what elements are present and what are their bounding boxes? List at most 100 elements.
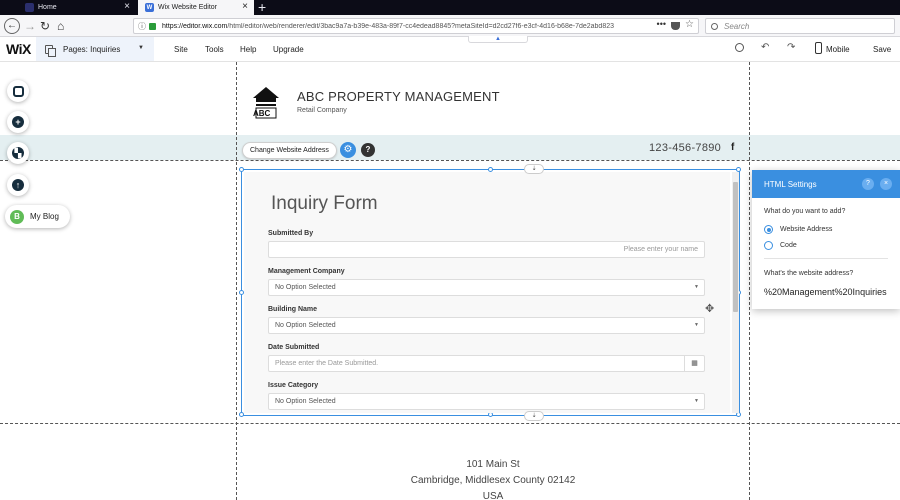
company-logo[interactable]: ABC xyxy=(251,86,281,120)
my-blog-button[interactable]: B My Blog xyxy=(5,205,70,228)
undo-icon[interactable]: ↶ xyxy=(761,42,769,53)
address-question: What's the website address? xyxy=(764,270,854,277)
add-strip-button[interactable] xyxy=(7,80,29,102)
calendar-icon[interactable]: ▦ xyxy=(684,356,704,371)
radio-label-website-address[interactable]: Website Address xyxy=(780,226,832,233)
footer-boundary-line xyxy=(0,423,900,424)
panel-header[interactable]: HTML Settings ? × xyxy=(752,170,900,198)
add-apps-button[interactable]: ▚ xyxy=(7,142,29,164)
grid-line-right xyxy=(749,62,750,500)
change-website-address-button[interactable]: Change Website Address xyxy=(242,142,337,159)
pocket-icon[interactable] xyxy=(671,22,680,30)
grid-line-left xyxy=(236,62,237,500)
element-help-icon[interactable]: ? xyxy=(361,143,375,157)
info-icon[interactable]: ⓘ xyxy=(138,21,146,32)
field-label-building-name: Building Name xyxy=(268,306,318,313)
close-tab-icon[interactable]: × xyxy=(124,1,130,12)
menu-upgrade[interactable]: Upgrade xyxy=(273,45,304,54)
menu-help[interactable]: Help xyxy=(240,45,256,54)
form-scrollbar[interactable] xyxy=(732,172,739,413)
bookmark-star-icon[interactable]: ☆ xyxy=(685,19,694,30)
field-label-submitted-by: Submitted By xyxy=(268,230,314,237)
editor-canvas: ABC ABC PROPERTY MANAGEMENT Retail Compa… xyxy=(0,62,900,500)
new-tab-button[interactable]: + xyxy=(258,0,266,15)
stretch-handle-top[interactable]: ⇣ xyxy=(524,164,544,174)
lock-icon[interactable] xyxy=(149,22,156,30)
url-domain: https://editor.wix.com xyxy=(162,22,228,30)
browser-tab-home[interactable]: Home × xyxy=(18,0,136,15)
radio-website-address[interactable] xyxy=(764,225,773,234)
scrollbar-thumb[interactable] xyxy=(733,182,738,312)
panel-help-icon[interactable]: ? xyxy=(862,178,874,190)
apps-icon: ▚ xyxy=(12,147,24,159)
url-bar[interactable]: ⓘ https://editor.wix.com/html/editor/web… xyxy=(133,18,699,34)
chevron-down-icon: ▼ xyxy=(138,45,144,51)
header-boundary-line xyxy=(0,160,900,161)
stretch-handle-bottom[interactable]: ⇣ xyxy=(524,411,544,421)
issue-category-select[interactable]: No Option Selected ▼ xyxy=(268,393,705,410)
chevron-down-icon: ▼ xyxy=(694,322,699,328)
move-cursor-icon: ✥ xyxy=(705,303,715,315)
management-company-select[interactable]: No Option Selected ▼ xyxy=(268,279,705,296)
pages-label: Pages: Inquiries xyxy=(63,44,121,54)
website-address-input[interactable]: %20Management%20Inquiries xyxy=(764,287,896,297)
company-subtitle[interactable]: Retail Company xyxy=(297,107,347,114)
panel-close-icon[interactable]: × xyxy=(880,178,892,190)
radio-code[interactable] xyxy=(764,241,773,250)
settings-gear-icon[interactable]: ⚙ xyxy=(340,142,356,158)
search-icon xyxy=(711,22,718,30)
select-value: No Option Selected xyxy=(275,284,336,291)
submitted-by-input[interactable]: Please enter your name xyxy=(268,241,705,258)
footer-address[interactable]: 101 Main St Cambridge, Middlesex County … xyxy=(236,457,750,500)
chevron-down-icon: ▼ xyxy=(694,284,699,290)
add-type-question: What do you want to add? xyxy=(764,208,846,215)
facebook-icon[interactable]: f xyxy=(731,142,734,153)
html-embed-element[interactable]: Inquiry Form Submitted By Please enter y… xyxy=(239,167,741,417)
date-submitted-input[interactable]: Please enter the Date Submitted. ▦ xyxy=(268,355,705,372)
home-favicon-icon xyxy=(25,3,34,12)
url-path: /html/editor/web/renderer/edit/3bac9a7a-… xyxy=(227,22,614,30)
back-arrow-icon[interactable]: ← xyxy=(4,18,20,34)
menu-tools[interactable]: Tools xyxy=(205,45,224,54)
wix-logo[interactable]: WiX xyxy=(6,41,31,57)
browser-tab-wix-editor[interactable]: W Wix Website Editor × xyxy=(138,0,254,15)
panel-title: HTML Settings xyxy=(764,180,817,189)
menu-site[interactable]: Site xyxy=(174,45,188,54)
add-element-button[interactable]: + xyxy=(7,111,29,133)
logo-text: ABC xyxy=(253,109,271,118)
form-title: Inquiry Form xyxy=(271,193,378,214)
upload-icon: ↑ xyxy=(12,179,24,191)
close-tab-icon[interactable]: × xyxy=(242,1,248,12)
blog-icon: B xyxy=(10,209,24,224)
reload-icon[interactable]: ↻ xyxy=(40,19,50,33)
redo-icon[interactable]: ↷ xyxy=(787,42,795,53)
select-value: No Option Selected xyxy=(275,322,336,329)
building-name-select[interactable]: No Option Selected ▼ xyxy=(268,317,705,334)
wix-top-bar: WiX Pages: Inquiries ▼ Site Tools Help U… xyxy=(0,37,900,62)
header-strip xyxy=(0,135,900,160)
plus-icon: + xyxy=(12,116,24,128)
search-input[interactable]: Search xyxy=(705,18,895,34)
blog-label: My Blog xyxy=(30,212,59,221)
upload-media-button[interactable]: ↑ xyxy=(7,174,29,196)
forward-arrow-icon[interactable]: → xyxy=(24,19,36,33)
pages-dropdown[interactable]: Pages: Inquiries ▼ xyxy=(36,37,154,61)
company-name[interactable]: ABC PROPERTY MANAGEMENT xyxy=(297,89,500,104)
mobile-icon[interactable] xyxy=(815,42,822,54)
radio-label-code[interactable]: Code xyxy=(780,242,797,249)
browser-tab-strip: Home × W Wix Website Editor × + xyxy=(0,0,900,15)
input-placeholder: Please enter the Date Submitted. xyxy=(275,360,379,367)
home-icon[interactable]: ⌂ xyxy=(57,19,64,33)
footer-line: 101 Main St xyxy=(466,459,520,470)
save-button[interactable]: Save xyxy=(873,45,891,54)
collapse-toolbar-icon[interactable]: ▲ xyxy=(468,36,528,43)
tab-title: Home xyxy=(38,4,57,11)
pages-icon xyxy=(45,44,56,57)
page-actions-icon[interactable]: ••• xyxy=(657,19,666,29)
phone-number[interactable]: 123-456-7890 xyxy=(649,142,721,154)
select-value: No Option Selected xyxy=(275,398,336,405)
url-text[interactable]: https://editor.wix.com/html/editor/web/r… xyxy=(162,23,640,30)
zoom-icon[interactable] xyxy=(735,43,744,52)
panel-divider xyxy=(764,258,888,259)
mobile-button[interactable]: Mobile xyxy=(826,45,850,54)
